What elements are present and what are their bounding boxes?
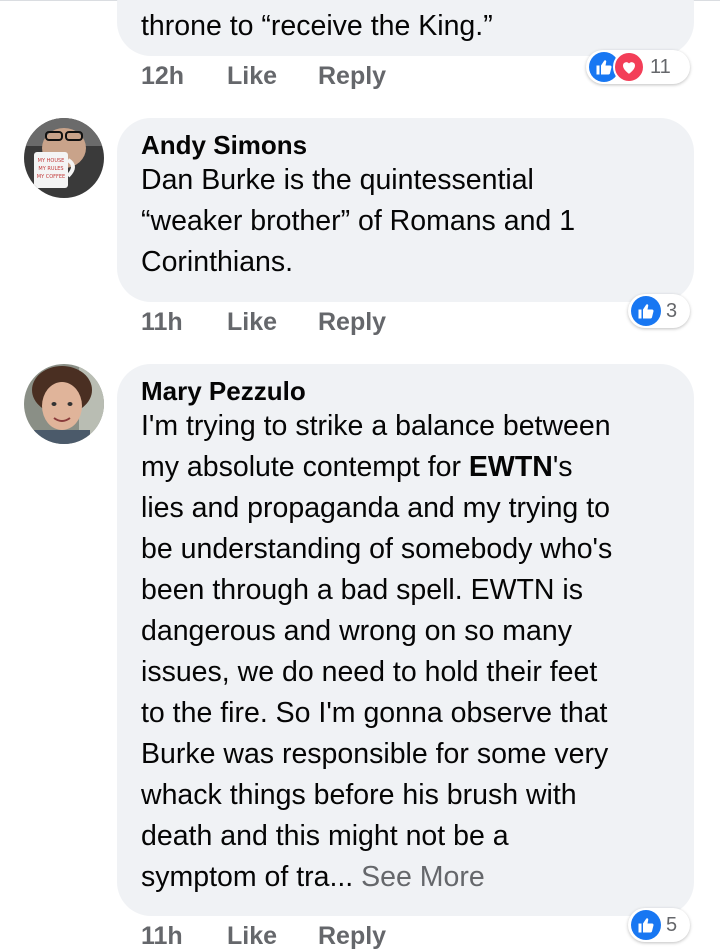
reaction-summary[interactable]: 5 [628, 908, 690, 942]
love-icon [613, 51, 645, 83]
comment-text: throne to “receive the King.” [141, 10, 493, 42]
avatar[interactable]: MY HOUSE MY RULES MY COFFEE [24, 118, 104, 198]
comment-line: Corinthians. [141, 246, 294, 278]
reaction-summary[interactable]: 11 [586, 50, 690, 84]
comment-line: Dan Burke is the quintessential [141, 164, 534, 196]
comment-meta: 11h Like Reply [141, 922, 386, 951]
reply-link[interactable]: Reply [318, 308, 386, 337]
reply-link[interactable]: Reply [318, 62, 386, 91]
like-link[interactable]: Like [227, 922, 318, 951]
svg-text:MY COFFEE: MY COFFEE [37, 174, 65, 180]
comment-bubble: Mary Pezzulo I'm trying to strike a bala… [117, 364, 694, 916]
comment-bold-text: EWTN [468, 451, 553, 483]
reaction-summary[interactable]: 3 [628, 294, 690, 328]
comment-bubble: throne to “receive the King.” [117, 0, 694, 56]
avatar[interactable] [24, 364, 104, 444]
comment-line: Burke was responsible for some very [141, 738, 609, 770]
comment-line: my absolute contempt for EWTN's [141, 447, 670, 488]
comment-bubble: Andy Simons Dan Burke is the quintessent… [117, 118, 694, 302]
comment-line: I'm trying to strike a balance between [141, 410, 611, 442]
comment-text-fragment: symptom of tra... [141, 861, 354, 893]
comment-line: issues, we do need to hold their feet [141, 656, 598, 688]
reaction-count: 3 [666, 299, 678, 322]
comment-time[interactable]: 11h [141, 308, 227, 337]
see-more-link[interactable]: See More [361, 861, 485, 893]
reply-link[interactable]: Reply [318, 922, 386, 951]
svg-text:MY RULES: MY RULES [38, 166, 63, 172]
comment-line: to the fire. So I'm gonna observe that [141, 697, 608, 729]
svg-text:MY HOUSE: MY HOUSE [38, 158, 65, 164]
comment-time[interactable]: 11h [141, 922, 227, 951]
comment-text-fragment: my absolute contempt for [141, 451, 469, 483]
comment-author[interactable]: Mary Pezzulo [141, 376, 670, 406]
reaction-count: 5 [666, 913, 678, 936]
like-icon [631, 296, 661, 326]
comment-line: death and this might not be a [141, 820, 509, 852]
comment-meta: 11h Like Reply [141, 308, 386, 337]
comment-line: whack things before his brush with [141, 779, 577, 811]
comment-meta: 12h Like Reply [141, 62, 386, 91]
comment-line: symptom of tra... See More [141, 857, 670, 898]
comment-line: “weaker brother” of Romans and 1 [141, 205, 576, 237]
reaction-count: 11 [650, 55, 671, 78]
comment-text-fragment: 's [552, 451, 573, 483]
comment-time[interactable]: 12h [141, 62, 227, 91]
comment-line: dangerous and wrong on so many [141, 615, 572, 647]
comment-line: lies and propaganda and my trying to [141, 492, 610, 524]
comment-author[interactable]: Andy Simons [141, 130, 670, 160]
like-link[interactable]: Like [227, 308, 318, 337]
comment-line: been through a bad spell. EWTN is [141, 574, 583, 606]
like-link[interactable]: Like [227, 62, 318, 91]
comment-line: be understanding of somebody who's [141, 533, 613, 565]
